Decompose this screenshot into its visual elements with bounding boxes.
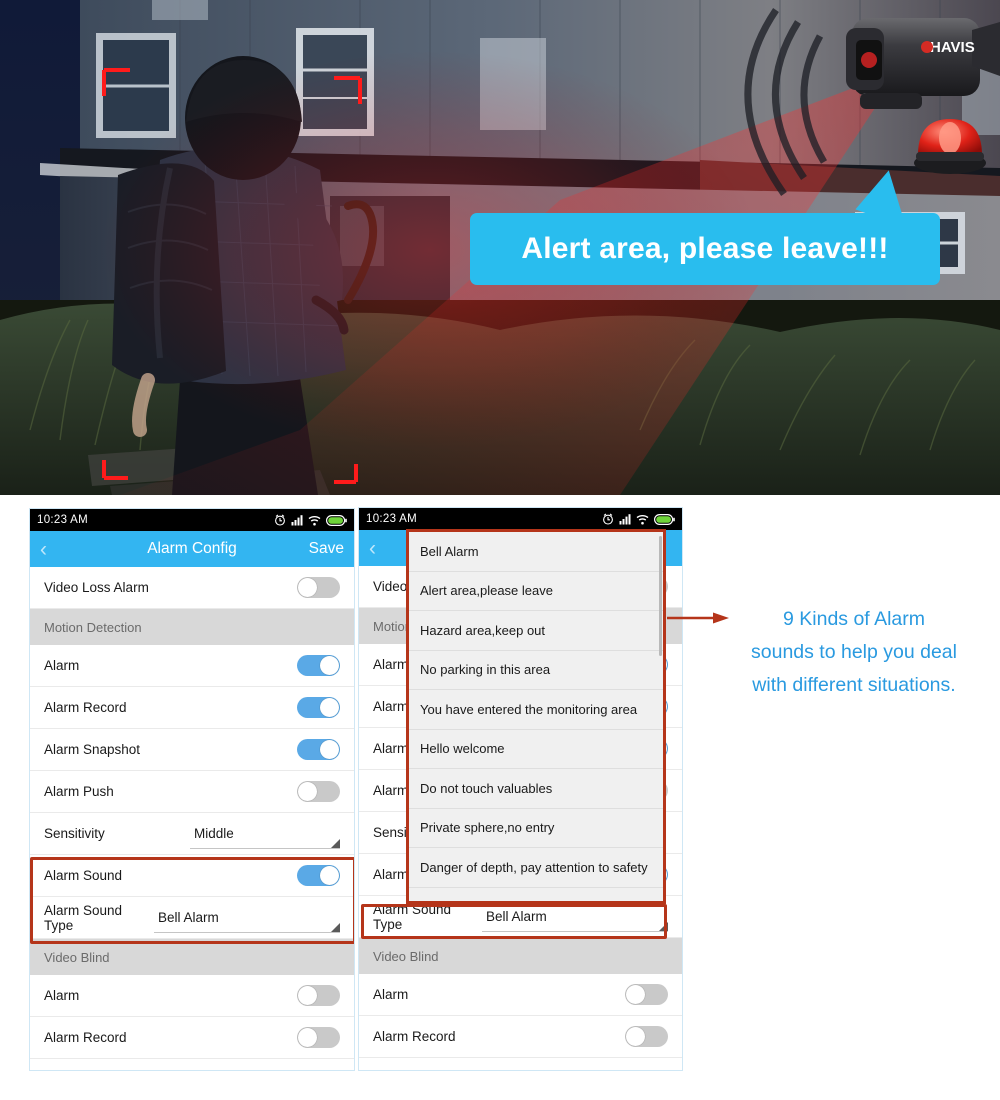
row-label: Alarm <box>373 783 409 798</box>
phone-screenshot-right: 10:23 AM ‹ Video Motion Alarm Alarm Alar… <box>358 507 683 1071</box>
speech-bubble: Alert area, please leave!!! <box>470 213 940 285</box>
row-video-blind-alarm[interactable]: Alarm <box>30 975 354 1017</box>
row-label: Sensitivity <box>44 826 105 841</box>
dropdown-caret-icon <box>331 838 340 848</box>
row-sensitivity[interactable]: Sensitivity Middle <box>30 813 354 855</box>
dropdown-option[interactable]: You have entered the monitoring area <box>409 690 663 730</box>
row-label: Alarm Push <box>44 784 114 799</box>
status-bar-left: 10:23 AM <box>30 509 354 531</box>
row-label: Sensit <box>373 825 411 840</box>
battery-icon <box>654 513 675 525</box>
row-video-loss-alarm[interactable]: Video Loss Alarm <box>30 567 354 609</box>
toggle-motion-alarm[interactable] <box>297 655 340 676</box>
dropdown-scrollbar[interactable] <box>659 536 662 656</box>
dropdown-option[interactable]: Hazard area,keep out <box>409 611 663 651</box>
status-bar-icons <box>274 514 347 526</box>
status-bar-time: 10:23 AM <box>37 514 88 526</box>
row-label: Alarm <box>373 867 409 882</box>
dropdown-option[interactable]: Danger of depth, pay attention to safety <box>409 848 663 888</box>
alarm-clock-icon <box>603 513 613 525</box>
row-alarm-push[interactable]: Alarm Push <box>30 771 354 813</box>
dropdown-option[interactable]: Bell Alarm <box>409 532 663 572</box>
toggle-alarm-snapshot[interactable] <box>297 739 340 760</box>
row-label: Alarm <box>373 741 409 756</box>
toggle-video-blind-alarm[interactable] <box>625 984 668 1005</box>
row-video-blind-alarm[interactable]: Alarm <box>359 974 682 1016</box>
nav-bar-left: ‹ Alarm Config Save <box>30 531 354 567</box>
row-label: Alarm Record <box>373 1029 456 1044</box>
toggle-alarm-sound[interactable] <box>297 865 340 886</box>
row-alarm-record[interactable]: Alarm Record <box>30 687 354 729</box>
wifi-icon <box>308 515 321 525</box>
alarm-sound-type-select[interactable]: Bell Alarm <box>482 902 668 932</box>
annotation-line-2: sounds to help you deal <box>751 641 957 663</box>
signal-bars-icon <box>291 515 303 526</box>
row-video-blind-alarm-record[interactable]: Alarm Record <box>359 1016 682 1058</box>
row-alarm-sound-type[interactable]: Alarm Sound Type Bell Alarm <box>30 897 354 939</box>
row-label: Alarm Record <box>44 700 127 715</box>
hero-surveillance-photo: HAVIS Alert area, please leave!!! <box>0 0 1000 495</box>
row-label: Alarm Record <box>44 1030 127 1045</box>
toggle-video-blind-alarm-record[interactable] <box>297 1027 340 1048</box>
dropdown-option[interactable]: No parking in this area <box>409 650 663 690</box>
alarm-sound-type-dropdown[interactable]: Bell Alarm Alert area,please leave Hazar… <box>406 529 666 904</box>
section-motion-detection: Motion Detection <box>30 609 354 645</box>
svg-text:HAVIS: HAVIS <box>930 39 975 56</box>
dropdown-option[interactable]: Private sphere,no entry <box>409 808 663 848</box>
toggle-video-blind-alarm[interactable] <box>297 985 340 1006</box>
dropdown-option[interactable]: Alert area,please leave <box>409 571 663 611</box>
section-label: Video Blind <box>44 949 110 965</box>
section-label: Motion Detection <box>44 619 142 635</box>
sensitivity-select[interactable]: Middle <box>190 819 340 849</box>
alarm-sound-type-value: Bell Alarm <box>158 910 219 925</box>
alarm-clock-icon <box>275 514 285 526</box>
status-bar-right: 10:23 AM <box>359 508 682 530</box>
toggle-video-blind-alarm-record[interactable] <box>625 1026 668 1047</box>
row-label: Video <box>373 579 408 594</box>
section-video-blind: Video Blind <box>30 939 354 975</box>
row-video-blind-alarm-record[interactable]: Alarm Record <box>30 1017 354 1059</box>
row-label: Alarm <box>373 987 409 1002</box>
row-label: Alarm Sound Type <box>373 901 452 932</box>
save-button[interactable]: Save <box>309 540 344 558</box>
row-alarm-sound[interactable]: Alarm Sound <box>30 855 354 897</box>
section-label: Video Blind <box>373 948 439 964</box>
status-bar-icons <box>602 513 675 525</box>
dropdown-caret-icon <box>331 922 340 932</box>
speech-bubble-text: Alert area, please leave!!! <box>521 232 889 265</box>
row-motion-alarm[interactable]: Alarm <box>30 645 354 687</box>
annotation-line-1: 9 Kinds of Alarm <box>783 608 925 630</box>
row-label: Alarm <box>373 657 409 672</box>
status-bar-time: 10:23 AM <box>366 513 417 525</box>
row-label: Video Loss Alarm <box>44 580 149 595</box>
dropdown-option[interactable]: Do not touch valuables <box>409 769 663 809</box>
dropdown-option[interactable]: Hello welcome <box>409 729 663 769</box>
section-video-blind: Video Blind <box>359 938 682 974</box>
alarm-sound-type-select[interactable]: Bell Alarm <box>154 903 340 933</box>
alarm-sound-type-value: Bell Alarm <box>486 909 547 924</box>
wifi-icon <box>636 514 649 524</box>
annotation-line-3: with different situations. <box>752 674 956 696</box>
signal-bars-icon <box>619 514 631 525</box>
toggle-video-loss-alarm[interactable] <box>297 577 340 598</box>
toggle-alarm-push[interactable] <box>297 781 340 802</box>
row-label: Alarm <box>373 699 409 714</box>
row-alarm-snapshot[interactable]: Alarm Snapshot <box>30 729 354 771</box>
row-label: Alarm <box>44 988 80 1003</box>
toggle-alarm-record[interactable] <box>297 697 340 718</box>
row-label: Alarm <box>44 658 80 673</box>
phone-screenshot-left: 10:23 AM ‹ Alarm Config Save Video Loss … <box>29 508 355 1071</box>
dropdown-caret-icon <box>659 921 668 931</box>
back-chevron-icon[interactable]: ‹ <box>369 538 395 559</box>
settings-list-left: Video Loss Alarm Motion Detection Alarm … <box>30 567 354 1059</box>
row-label: Alarm Snapshot <box>44 742 141 757</box>
back-chevron-icon[interactable]: ‹ <box>40 539 66 560</box>
row-label: Alarm Sound <box>44 868 123 883</box>
sensitivity-value: Middle <box>194 826 234 841</box>
row-label: Alarm Sound Type <box>44 902 123 933</box>
page-title: Alarm Config <box>147 540 237 557</box>
battery-icon <box>326 514 347 526</box>
annotation-text: 9 Kinds of Alarm sounds to help you deal… <box>718 603 990 702</box>
